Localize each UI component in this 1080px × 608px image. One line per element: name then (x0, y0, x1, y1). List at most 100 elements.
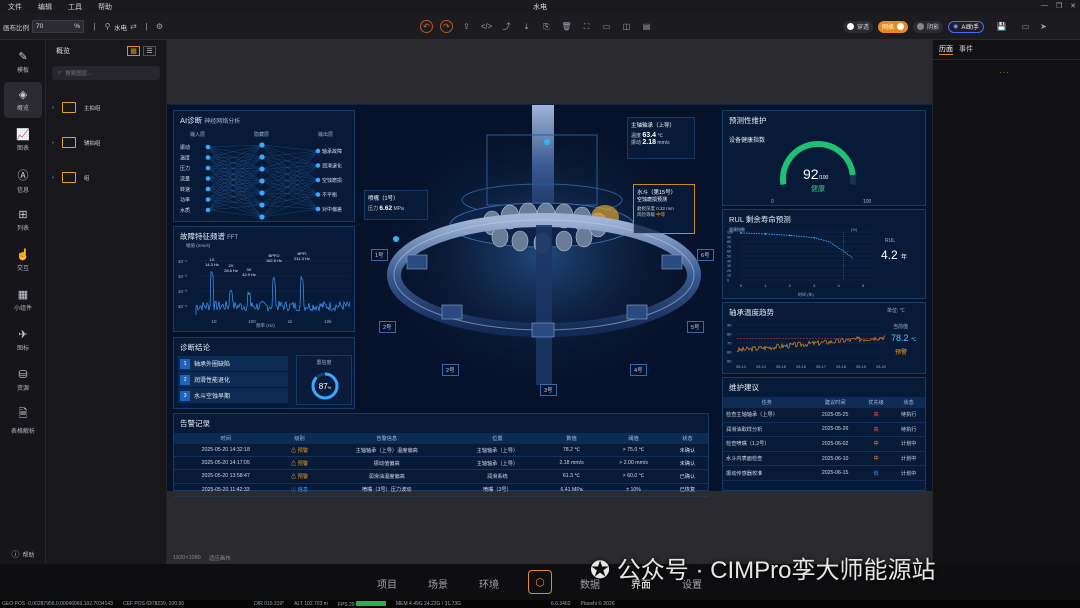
menu-help[interactable]: 帮助 (90, 2, 120, 12)
conclusion-index: 1 (180, 358, 190, 369)
close-icon[interactable]: ✕ (1070, 2, 1076, 10)
canvas-ratio-label: 画布比例 (3, 24, 29, 32)
menu-tools[interactable]: 工具 (60, 2, 90, 12)
wechat-icon: ✪ (590, 557, 611, 584)
scene-name[interactable]: 水电 (114, 22, 127, 32)
search-icon: ⌕ (58, 69, 62, 76)
table-row[interactable]: 2025-05-20 13:58:47 ⚠ 预警 润滑油温度偏高 润滑系统 61.3 ℃… (174, 469, 708, 484)
alarm-level: 信息 (297, 487, 309, 494)
nav-template[interactable]: ✎ 模板 (4, 44, 42, 80)
tab-history[interactable]: 历面 (939, 44, 953, 55)
copy-icon[interactable]: ⎘ (540, 20, 553, 33)
tree-item[interactable]: › 主拍组 (46, 90, 166, 125)
nozzle-label[interactable]: 4号 (630, 364, 647, 376)
table-row[interactable]: 2025-05-20 14:32:18 ⚠ 预警 主轴轴承（上导）温度偏高 主轴轴承（… (174, 444, 708, 458)
nozzle-callout[interactable]: 喷嘴（1号） 压力 6.62 MPa (364, 190, 428, 220)
table-row[interactable]: 水斗内表面检查 2025-06-10 中计划中 (723, 451, 925, 467)
toggle-shadow[interactable]: 阴影 (913, 20, 944, 33)
align-icon[interactable]: ▭ (600, 20, 613, 33)
nav-project[interactable]: 项目 (377, 576, 397, 591)
nav-resource[interactable]: ⛁ 资源 (4, 362, 42, 398)
tree-item[interactable]: › 组 (46, 160, 166, 195)
table-row[interactable]: 润滑油取样分析 2025-05-26 高待执行 (723, 422, 925, 438)
zoom-input[interactable]: 70% (32, 20, 84, 33)
fft-xtick: 10 (211, 319, 217, 324)
dashboard-canvas[interactable]: 1号 2号 2号 3号 4号 5号 6号 主轴轴承（上导） 温度 63.4 ℃ … (167, 104, 932, 497)
redo-icon[interactable]: ↷ (440, 20, 453, 33)
save-icon[interactable]: 💾 (995, 20, 1008, 33)
maximize-icon[interactable]: ❐ (1056, 2, 1062, 10)
stack-icon[interactable]: ◫ (620, 20, 633, 33)
trend-xtick: 05-14 (756, 365, 766, 369)
nn-edge (261, 150, 319, 170)
table-header: 状态 (666, 433, 708, 444)
bucket-callout[interactable]: 水斗（第15号） 空蚀磨损预测 磨损深度 0.32 mm 风险等级 中等 (633, 184, 695, 234)
share-icon[interactable]: ⤴ (500, 20, 513, 33)
fit-canvas-button[interactable]: 适应画布 (209, 554, 231, 562)
tree-item[interactable]: › 辅拍组 (46, 125, 166, 160)
undo-icon[interactable]: ↶ (420, 20, 433, 33)
upload-icon[interactable]: ⇪ (460, 20, 473, 33)
crop-icon[interactable]: ⛶ (580, 20, 593, 33)
nav-table[interactable]: ⊞ 列表 (4, 202, 42, 238)
nozzle-label[interactable]: 5号 (687, 321, 704, 333)
nn-hidden-node (259, 178, 265, 184)
nozzle-label[interactable]: 1号 (371, 249, 388, 261)
nav-scene[interactable]: 场景 (428, 576, 448, 591)
menu-edit[interactable]: 编辑 (30, 2, 60, 12)
nav-info[interactable]: Ⓐ 信息 (4, 162, 42, 198)
list-view-icon[interactable]: ☰ (143, 46, 156, 56)
left-icon-bar: ✎ 模板 ◈ 概览 📈 图表 Ⓐ 信息 ⊞ 列表 ☝ 交互 ▦ 小组件 ✈ 图标 ⛁ 资源 🗎 表格… (0, 40, 46, 572)
nozzle-label[interactable]: 2号 (379, 321, 396, 333)
table-cell: 水斗内表面检查 (723, 451, 811, 467)
send-icon[interactable]: ➤ (1037, 20, 1050, 33)
download-icon[interactable]: ⤓ (520, 20, 533, 33)
diagnosis-conclusion-panel: 诊断结论 1 轴承外圈缺陷 2 润滑性能退化 3 水斗空蚀早期 置信度 87% (173, 337, 355, 409)
ai-assistant-button[interactable]: ◉ AI助手 (948, 20, 984, 33)
nav-icons[interactable]: ✈ 图标 (4, 322, 42, 358)
nn-edge (261, 150, 319, 158)
nozzle-label[interactable]: 3号 (540, 384, 557, 396)
swap-icon[interactable]: ⇄ (127, 20, 140, 33)
nav-overview[interactable]: ◈ 概览 (4, 82, 42, 118)
gear-icon[interactable]: ⚙ (153, 20, 166, 33)
nn-output-label: 不平衡 (322, 192, 337, 199)
nav-interact[interactable]: ☝ 交互 (4, 242, 42, 278)
toggle-grid[interactable]: 网格 (878, 20, 909, 33)
nn-input-node (205, 186, 211, 192)
nav-widget[interactable]: ▦ 小组件 (4, 282, 42, 318)
nav-environment[interactable]: 环境 (479, 576, 499, 591)
table-row[interactable]: 2025-05-20 14:17:05 ⚠ 预警 振动值偏高 主轴轴承（上导） 2.18… (174, 456, 708, 471)
nav-table-parse[interactable]: 🗎 表格解析 (4, 402, 42, 438)
table-cell: 喷嘴（3号） (451, 483, 543, 497)
toggle-penetrate[interactable]: 穿透 (843, 20, 874, 33)
table-row[interactable]: 检查喷嘴（1,2号） 2025-06-02 中计划中 (723, 436, 925, 452)
chart-icon: 📈 (16, 129, 30, 141)
conclusion-text: 润滑性能退化 (194, 378, 231, 384)
search-input[interactable]: ⌕ 搜索图层... (52, 66, 160, 80)
distribute-icon[interactable]: ▤ (640, 20, 653, 33)
nozzle-label[interactable]: 6号 (697, 249, 714, 261)
table-row[interactable]: 振动传感器校准 2025-06-15 低计划中 (723, 465, 925, 481)
tab-events[interactable]: 事件 (959, 44, 973, 55)
rul-ytick: 90 (727, 235, 731, 239)
table-row[interactable]: 检查主轴轴承（上导） 2025-05-25 高待执行 (723, 408, 925, 423)
window-controls: — ❐ ✕ (1041, 2, 1076, 10)
table-row[interactable]: 2025-05-20 11:42:33 ⓘ 信息 喷嘴（3号）压力波动 喷嘴（3号） 6… (174, 483, 708, 497)
trend-xtick: 05-20 (876, 365, 886, 369)
menu-file[interactable]: 文件 (0, 2, 30, 12)
nav-chart[interactable]: 📈 图表 (4, 122, 42, 158)
nn-output-node (315, 148, 321, 154)
bearing-callout[interactable]: 主轴轴承（上导） 温度 63.4 ℃ 振动 2.18 mm/s (627, 117, 695, 159)
minimize-icon[interactable]: — (1041, 2, 1048, 10)
nozzle-label[interactable]: 2号 (442, 364, 459, 376)
rul-ytick: 100 (727, 231, 733, 235)
nn-hidden-node (259, 202, 265, 208)
table-cell: 振动值偏高 (321, 456, 452, 471)
monitor-icon[interactable]: ▭ (1019, 20, 1032, 33)
code-icon[interactable]: </> (480, 20, 493, 33)
grid-view-icon[interactable]: ▦ (127, 46, 140, 56)
delete-icon[interactable]: 🗑 (560, 20, 573, 33)
folder-icon (61, 102, 76, 113)
home-icon[interactable]: ⬡ (528, 570, 552, 594)
